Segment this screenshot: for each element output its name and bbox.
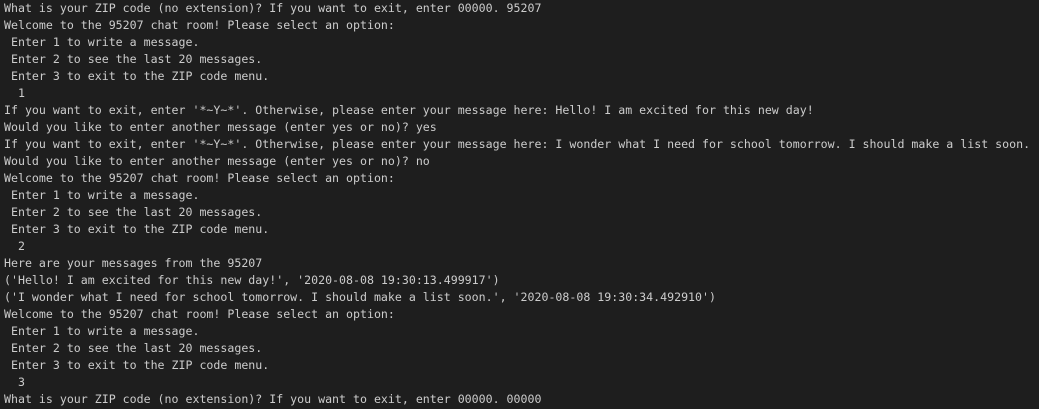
- output-line-option-2: Enter 2 to see the last 20 messages.: [4, 52, 263, 66]
- output-line-option-1: Enter 1 to write a message.: [4, 324, 200, 338]
- output-line-another-prompt: Would you like to enter another message …: [4, 120, 437, 134]
- output-line-option-3: Enter 3 to exit to the ZIP code menu.: [4, 358, 270, 372]
- output-line-option-2: Enter 2 to see the last 20 messages.: [4, 205, 263, 219]
- output-line-zip-prompt: What is your ZIP code (no extension)? If…: [4, 1, 542, 15]
- output-line-option-2: Enter 2 to see the last 20 messages.: [4, 341, 263, 355]
- output-line-option-3: Enter 3 to exit to the ZIP code menu.: [4, 222, 270, 236]
- output-line-zip-prompt-current: What is your ZIP code (no extension)? If…: [4, 391, 1039, 408]
- output-line-welcome: Welcome to the 95207 chat room! Please s…: [4, 307, 395, 321]
- output-line-option-1: Enter 1 to write a message.: [4, 35, 200, 49]
- output-line-message-record: ('Hello! I am excited for this new day!'…: [4, 273, 500, 287]
- output-line-welcome: Welcome to the 95207 chat room! Please s…: [4, 171, 395, 185]
- output-line-choice: 2: [4, 239, 25, 253]
- terminal-output[interactable]: What is your ZIP code (no extension)? If…: [0, 0, 1039, 409]
- output-line-message-prompt: If you want to exit, enter '*~Y~*'. Othe…: [4, 137, 1031, 151]
- output-line-another-prompt: Would you like to enter another message …: [4, 154, 430, 168]
- output-line-choice: 3: [4, 375, 25, 389]
- zip-prompt-text: What is your ZIP code (no extension)? If…: [4, 392, 542, 406]
- output-line-messages-header: Here are your messages from the 95207: [4, 256, 263, 270]
- output-line-option-1: Enter 1 to write a message.: [4, 188, 200, 202]
- output-line-choice: 1: [4, 86, 25, 100]
- output-line-option-3: Enter 3 to exit to the ZIP code menu.: [4, 69, 270, 83]
- output-line-welcome: Welcome to the 95207 chat room! Please s…: [4, 18, 395, 32]
- output-line-message-prompt: If you want to exit, enter '*~Y~*'. Othe…: [4, 103, 814, 117]
- output-line-message-record: ('I wonder what I need for school tomorr…: [4, 290, 716, 304]
